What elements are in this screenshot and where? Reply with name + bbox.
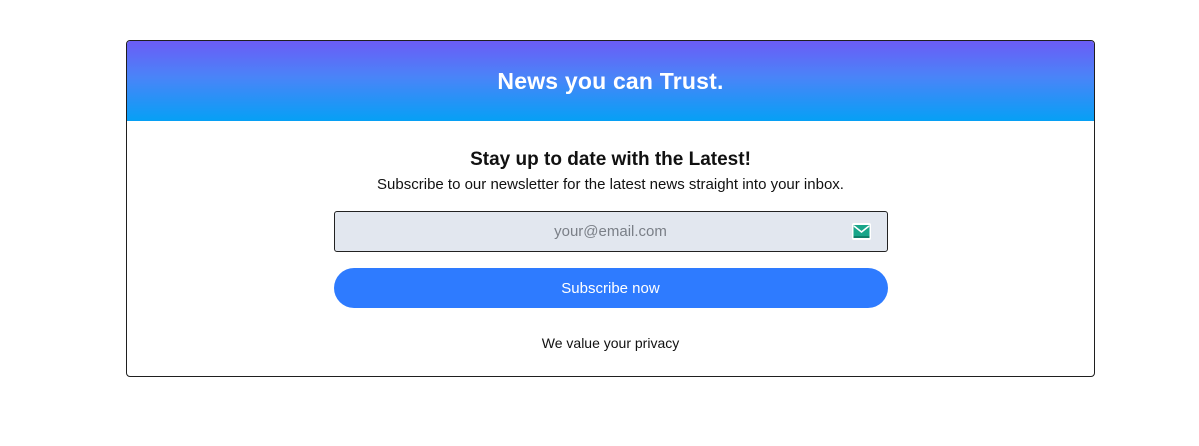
card-header: News you can Trust.: [127, 41, 1094, 121]
subtext: Subscribe to our newsletter for the late…: [377, 176, 844, 193]
card-body: Stay up to date with the Latest! Subscri…: [127, 121, 1094, 351]
email-input[interactable]: [333, 211, 888, 252]
privacy-note: We value your privacy: [541, 335, 680, 351]
subscribe-button[interactable]: Subscribe now: [333, 268, 888, 308]
email-field-wrapper: [333, 211, 888, 252]
mail-icon: [851, 223, 871, 240]
newsletter-card: News you can Trust. Stay up to date with…: [126, 40, 1095, 377]
mail-icon-graphic: [853, 225, 869, 238]
headline: Stay up to date with the Latest!: [470, 149, 751, 170]
card-title: News you can Trust.: [497, 67, 724, 94]
